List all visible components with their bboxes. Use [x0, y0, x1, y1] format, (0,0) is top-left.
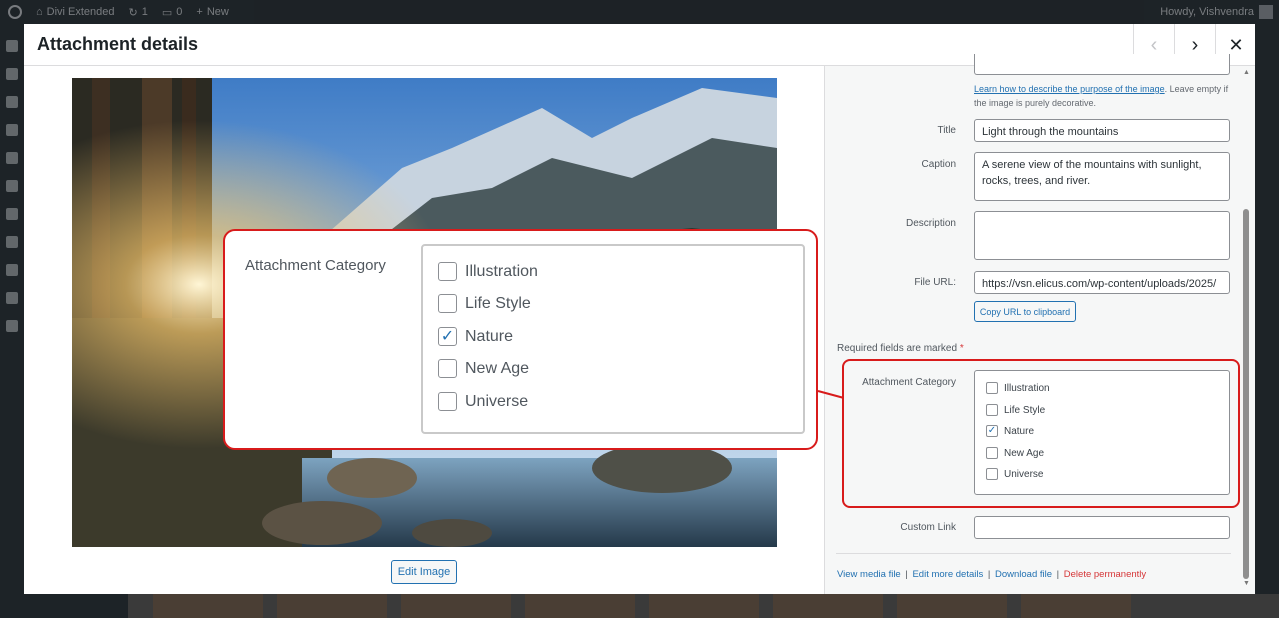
- alt-text-help-link[interactable]: Learn how to describe the purpose of the…: [974, 84, 1165, 94]
- title-label: Title: [937, 125, 956, 136]
- updates-menu[interactable]: ↻ 1: [129, 6, 148, 19]
- checkbox: [438, 392, 457, 411]
- separator: |: [987, 569, 991, 580]
- callout-category-box: Illustration Life Style ✓ Nature New Age…: [421, 244, 805, 434]
- comments-icon: ▭: [161, 6, 173, 19]
- file-url-label: File URL:: [914, 277, 956, 288]
- divider: [836, 553, 1231, 554]
- separator: |: [1056, 569, 1060, 580]
- download-file-link[interactable]: Download file: [995, 569, 1052, 580]
- callout-option-universe: Universe: [438, 392, 528, 411]
- callout-option-label: New Age: [465, 359, 530, 377]
- required-star: *: [959, 343, 964, 354]
- new-label: New: [206, 6, 229, 18]
- custom-link-label: Custom Link: [900, 522, 956, 533]
- media-thumbnail: [897, 594, 1007, 618]
- scroll-up-arrow-icon[interactable]: ▲: [1243, 69, 1250, 76]
- avatar: [1259, 5, 1273, 19]
- media-thumbnail: [401, 594, 511, 618]
- media-icon: [6, 96, 18, 108]
- updates-count: 1: [141, 6, 148, 18]
- wp-logo-menu[interactable]: [8, 5, 22, 19]
- scroll-down-arrow-icon[interactable]: ▼: [1243, 580, 1250, 587]
- checkmark-icon: ✓: [440, 327, 455, 345]
- checkbox-checked: ✓: [438, 327, 457, 346]
- media-thumbnail: [153, 594, 263, 618]
- category-highlight-frame: [842, 359, 1240, 508]
- attachment-actions: View media file | Edit more details | Do…: [837, 569, 1146, 580]
- projects-icon: [6, 180, 18, 192]
- admin-bar: ⌂ Divi Extended ↻ 1 ▭ 0 + New Howdy, Vis…: [0, 0, 1279, 24]
- edit-more-details-link[interactable]: Edit more details: [912, 569, 983, 580]
- separator: |: [905, 569, 908, 580]
- checkbox: [438, 294, 457, 313]
- callout-option-life-style: Life Style: [438, 294, 531, 313]
- callout-option-new-age: New Age: [438, 359, 529, 378]
- callout-option-label: Illustration: [465, 262, 538, 280]
- callout-option-label: Life Style: [465, 294, 531, 312]
- new-content-menu[interactable]: + New: [196, 6, 228, 18]
- pages-icon: [6, 124, 18, 136]
- description-textarea[interactable]: [974, 211, 1230, 260]
- close-icon: ✕: [1228, 34, 1244, 55]
- home-icon: ⌂: [36, 6, 43, 18]
- comments-menu-icon: [6, 152, 18, 164]
- checkbox: [438, 262, 457, 281]
- posts-icon: [6, 68, 18, 80]
- attachment-details-panel: [824, 66, 1255, 594]
- scrollbar-thumb[interactable]: [1243, 209, 1249, 579]
- background-media-grid: [128, 594, 1279, 618]
- wordpress-icon: [8, 5, 22, 19]
- site-name-menu[interactable]: ⌂ Divi Extended: [36, 6, 115, 18]
- site-name: Divi Extended: [46, 6, 115, 18]
- media-thumbnail: [525, 594, 635, 618]
- callout-option-label: Nature: [465, 327, 514, 345]
- media-thumbnail: [1021, 594, 1131, 618]
- greeting: Howdy, Vishvendra: [1160, 6, 1254, 18]
- alt-text-field[interactable]: [974, 54, 1230, 75]
- media-thumbnail: [277, 594, 387, 618]
- settings-icon: [6, 320, 18, 332]
- alt-text-help: Learn how to describe the purpose of the…: [974, 82, 1234, 110]
- admin-sidebar: [0, 24, 24, 618]
- edit-image-button[interactable]: Edit Image: [391, 560, 457, 584]
- required-note: Required fields are marked *: [837, 343, 964, 354]
- callout-option-label: Universe: [465, 392, 529, 410]
- delete-permanently-link[interactable]: Delete permanently: [1064, 569, 1146, 580]
- callout-option-illustration: Illustration: [438, 262, 538, 281]
- tools-icon: [6, 292, 18, 304]
- title-input[interactable]: Light through the mountains: [974, 119, 1230, 142]
- required-note-text: Required fields are marked: [837, 343, 958, 354]
- plus-icon: +: [196, 6, 203, 18]
- description-label: Description: [905, 218, 956, 229]
- callout-category-label: Attachment Category: [245, 257, 386, 274]
- media-thumbnail: [649, 594, 759, 618]
- updates-icon: ↻: [128, 6, 138, 19]
- plugins-icon: [6, 236, 18, 248]
- attachment-details-modal: Attachment details ‹ › ✕ Edit Image Lear…: [24, 24, 1255, 594]
- media-thumbnail: [773, 594, 883, 618]
- caption-textarea[interactable]: A serene view of the mountains with sunl…: [974, 152, 1230, 201]
- comments-count: 0: [176, 6, 183, 18]
- caption-label: Caption: [921, 159, 956, 170]
- account-menu[interactable]: Howdy, Vishvendra: [1160, 5, 1273, 19]
- users-icon: [6, 264, 18, 276]
- checkbox: [438, 359, 457, 378]
- zoomed-category-callout: Attachment Category Illustration Life St…: [223, 229, 818, 450]
- copy-url-button[interactable]: Copy URL to clipboard: [974, 301, 1076, 322]
- comments-menu[interactable]: ▭ 0: [162, 6, 183, 19]
- appearance-icon: [6, 208, 18, 220]
- modal-title: Attachment details: [37, 34, 199, 54]
- callout-option-nature: ✓ Nature: [438, 327, 513, 346]
- view-media-file-link[interactable]: View media file: [837, 569, 901, 580]
- custom-link-input[interactable]: [974, 516, 1230, 539]
- file-url-input[interactable]: https://vsn.elicus.com/wp-content/upload…: [974, 271, 1230, 294]
- dashboard-icon: [6, 40, 18, 52]
